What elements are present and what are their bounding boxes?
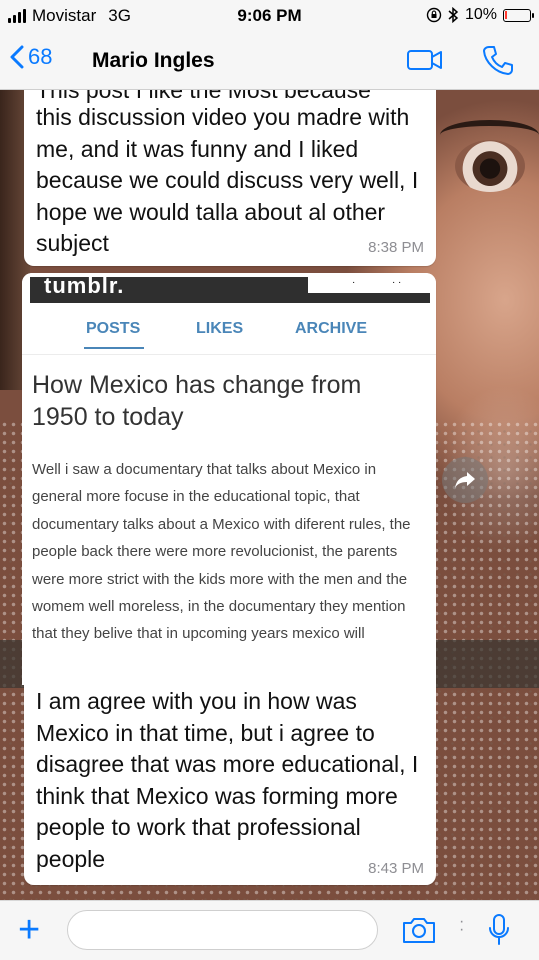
battery-icon [503, 8, 534, 22]
post-title: How Mexico has change from 1950 to today [32, 371, 362, 431]
more-dots-icon[interactable]: · · [459, 914, 464, 938]
message-time: 8:43 PM [368, 860, 424, 877]
blog-tabs: POSTS LIKES ARCHIVE [22, 305, 436, 355]
blog-logo: tumblr. [44, 273, 125, 298]
bluetooth-icon [448, 7, 459, 23]
tab-likes[interactable]: LIKES [196, 320, 243, 338]
phone-call-icon[interactable] [482, 44, 514, 76]
camera-icon[interactable] [401, 915, 437, 945]
status-bar: Movistar 3G 9:06 PM 10% [0, 0, 539, 32]
blog-header-box: · · · [308, 277, 430, 293]
post-body: Well i saw a documentary that talks abou… [32, 461, 411, 643]
wallpaper-eye [455, 140, 525, 192]
blog-post: How Mexico has change from 1950 to today… [22, 355, 436, 685]
video-call-icon[interactable] [406, 48, 444, 72]
battery-percent: 10% [464, 6, 497, 23]
unread-count: 68 [28, 44, 53, 69]
message-bubble[interactable]: I am agree with you in how was Mexico in… [24, 685, 436, 885]
image-message[interactable]: tumblr. · · · POSTS LIKES ARCHIVE How Mexi… [22, 273, 436, 685]
forward-arrow-icon [455, 472, 475, 488]
contact-name[interactable]: Mario Ingles [92, 49, 215, 73]
message-time: 8:38 PM [368, 239, 424, 256]
message-text: this discussion video you madre with me,… [36, 104, 419, 256]
tab-posts[interactable]: POSTS [86, 320, 140, 338]
lock-rotation-icon [426, 7, 442, 23]
plus-icon[interactable]: + [18, 911, 40, 949]
forward-button[interactable] [442, 457, 488, 503]
battery-level [505, 10, 507, 19]
blog-header-bar: tumblr. · · · [22, 273, 436, 305]
message-input[interactable] [67, 910, 378, 950]
status-right: 10% [426, 6, 534, 24]
message-text: I am agree with you in how was Mexico in… [36, 688, 419, 872]
microphone-icon[interactable] [487, 913, 511, 947]
tab-archive[interactable]: ARCHIVE [295, 320, 367, 338]
active-tab-indicator [84, 347, 144, 349]
chat-header: 68 Mario Ingles [0, 32, 539, 90]
input-bar: + · · [0, 900, 539, 960]
back-button[interactable]: 68 [10, 44, 52, 70]
message-bubble[interactable]: This post I like the Most because this d… [24, 90, 436, 266]
chevron-left-icon [10, 45, 24, 69]
